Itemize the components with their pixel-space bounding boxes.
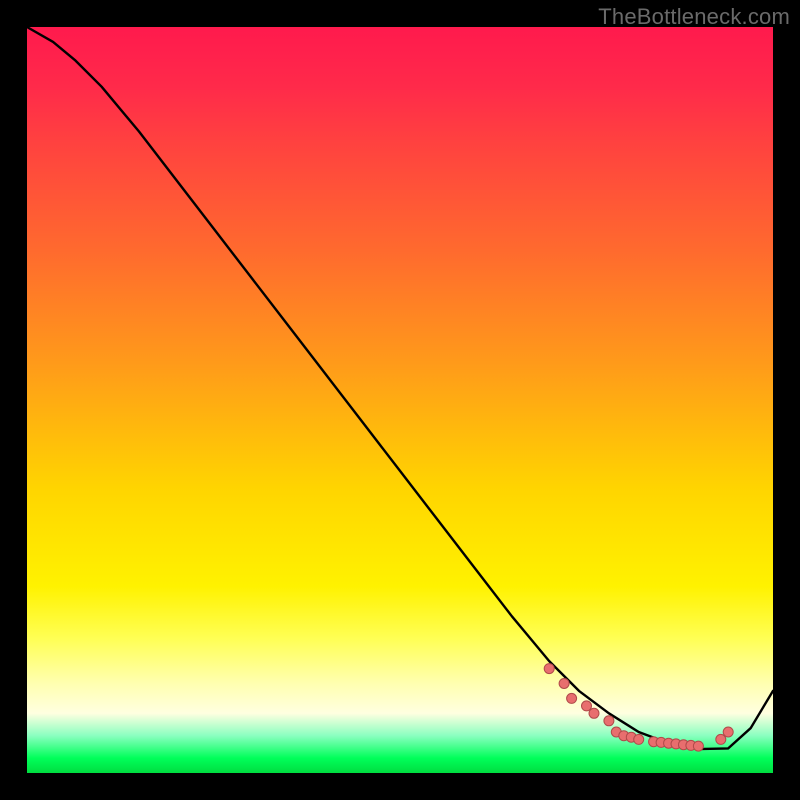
marker-dot (693, 741, 703, 751)
marker-dot (544, 664, 554, 674)
plot-area (27, 27, 773, 773)
curve-line (27, 27, 773, 749)
marker-dot (589, 708, 599, 718)
marker-group (544, 664, 733, 752)
marker-dot (582, 701, 592, 711)
marker-dot (716, 734, 726, 744)
chart-svg (27, 27, 773, 773)
marker-dot (567, 693, 577, 703)
marker-dot (723, 727, 733, 737)
marker-dot (604, 716, 614, 726)
chart-stage: TheBottleneck.com (0, 0, 800, 800)
marker-dot (634, 734, 644, 744)
marker-dot (559, 679, 569, 689)
